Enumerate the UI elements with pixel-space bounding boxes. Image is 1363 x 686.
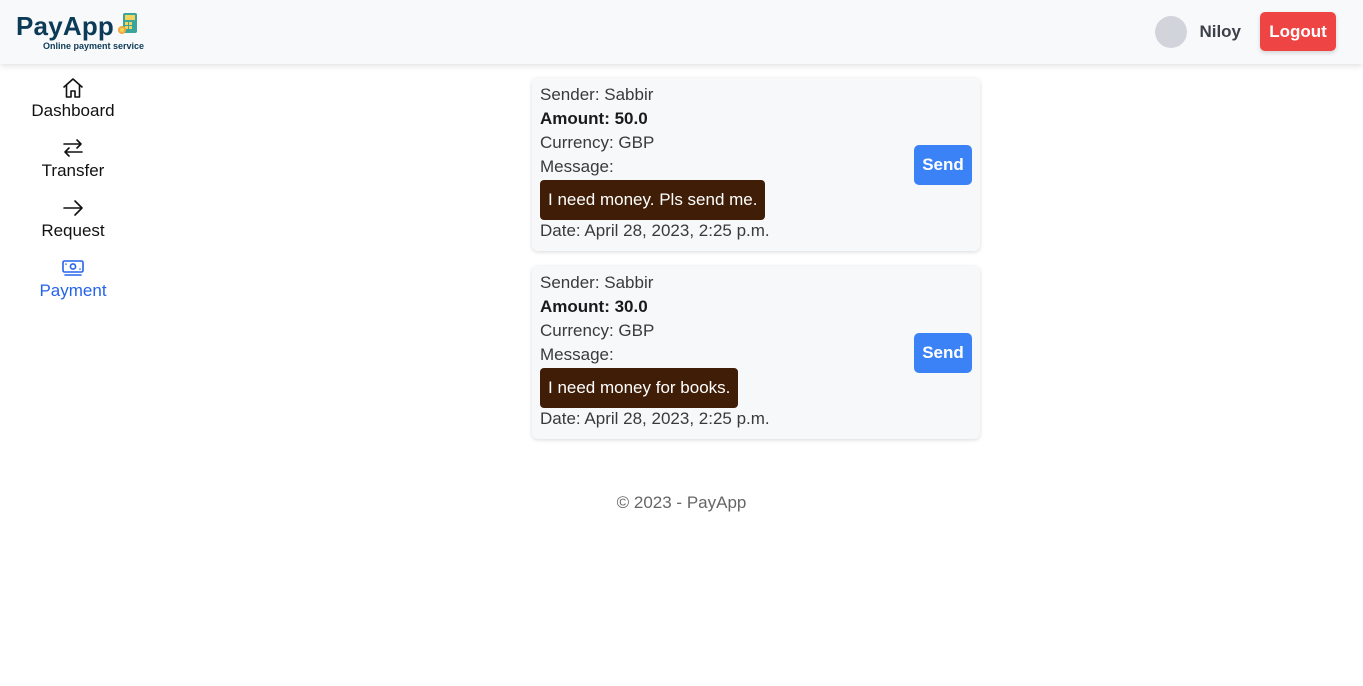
sidebar-nav: Dashboard Transfer Request Payment <box>0 76 146 316</box>
logo-tagline: Online payment service <box>43 41 145 51</box>
logout-button[interactable]: Logout <box>1260 12 1336 51</box>
footer-copyright: © 2023 - PayApp <box>616 493 747 512</box>
currency-text: Currency: GBP <box>540 321 655 340</box>
payapp-logo[interactable]: PayApp Online payment service <box>16 10 145 52</box>
date-text: Date: April 28, 2023, 2:25 p.m. <box>540 221 770 240</box>
currency-text: Currency: GBP <box>540 133 655 152</box>
send-button[interactable]: Send <box>914 333 972 373</box>
banknote-icon <box>61 256 85 280</box>
date-text: Date: April 28, 2023, 2:25 p.m. <box>540 409 770 428</box>
sidebar-item-label: Request <box>41 221 105 240</box>
message-label: Message: <box>540 345 614 364</box>
logo-text: PayApp <box>16 10 115 41</box>
send-button[interactable]: Send <box>914 145 972 185</box>
sidebar-item-label: Transfer <box>41 161 105 180</box>
sender-text: Sender: Sabbir <box>540 85 654 104</box>
user-profile[interactable]: Niloy <box>1155 16 1241 48</box>
sidebar-item-payment[interactable]: Payment <box>0 256 146 316</box>
wallet-logo-icon <box>117 12 139 41</box>
message-bubble: I need money for books. <box>540 368 739 408</box>
sender-text: Sender: Sabbir <box>540 273 654 292</box>
payment-request-card: Sender: Sabbir Amount: 30.0 Currency: GB… <box>532 266 980 439</box>
arrow-right-icon <box>61 196 85 220</box>
sidebar-item-label: Payment <box>39 281 107 300</box>
payment-request-card: Sender: Sabbir Amount: 50.0 Currency: GB… <box>532 78 980 251</box>
message-label: Message: <box>540 157 614 176</box>
amount-text: Amount: 30.0 <box>540 297 648 316</box>
message-bubble: I need money. Pls send me. <box>540 180 766 220</box>
home-icon <box>61 76 85 100</box>
sidebar-item-label: Dashboard <box>31 101 115 120</box>
top-header: PayApp Online payment service Niloy Logo… <box>0 0 1363 64</box>
sidebar-item-transfer[interactable]: Transfer <box>0 136 146 196</box>
amount-text: Amount: 50.0 <box>540 109 648 128</box>
sidebar-item-dashboard[interactable]: Dashboard <box>0 76 146 136</box>
sidebar-item-request[interactable]: Request <box>0 196 146 256</box>
transfer-arrows-icon <box>61 136 85 160</box>
user-name: Niloy <box>1199 22 1241 41</box>
avatar[interactable] <box>1155 16 1188 48</box>
